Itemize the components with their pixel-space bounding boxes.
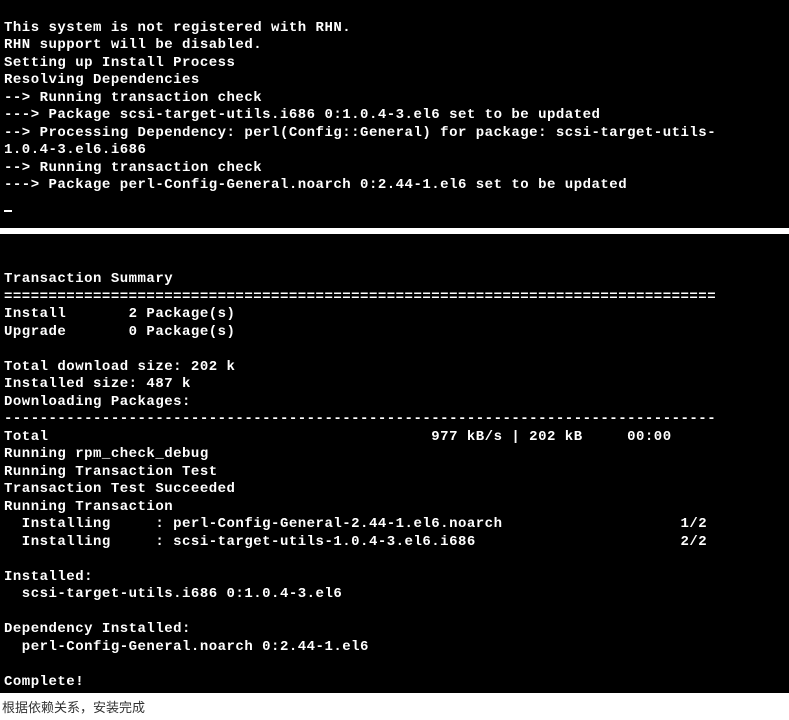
total-line: Total 977 kB/s | 202 kB 00:00 [4, 429, 672, 445]
summary-title: Transaction Summary [4, 271, 173, 287]
complete-message: Complete! [4, 674, 84, 690]
terminal-line: Resolving Dependencies [4, 72, 200, 88]
terminal-output-2: Transaction Summary ====================… [0, 234, 789, 693]
installed-header: Installed: [4, 569, 93, 585]
terminal-line: --> Processing Dependency: perl(Config::… [4, 125, 716, 141]
terminal-line: --> Running transaction check [4, 160, 262, 176]
running-transaction: Running Transaction [4, 499, 173, 515]
caption-text: 根据依赖关系，安装完成 [0, 693, 789, 720]
installing-line: Installing : perl-Config-General-2.44-1.… [4, 516, 707, 532]
installing-line: Installing : scsi-target-utils-1.0.4-3.e… [4, 534, 707, 550]
terminal-line: ---> Package perl-Config-General.noarch … [4, 177, 627, 193]
installed-package: scsi-target-utils.i686 0:1.0.4-3.el6 [4, 586, 342, 602]
terminal-line: Setting up Install Process [4, 55, 235, 71]
installed-size: Installed size: 487 k [4, 376, 191, 392]
transaction-succeeded: Transaction Test Succeeded [4, 481, 235, 497]
upgrade-count: Upgrade 0 Package(s) [4, 324, 235, 340]
terminal-line: 1.0.4-3.el6.i686 [4, 142, 146, 158]
dependency-installed-header: Dependency Installed: [4, 621, 191, 637]
rpm-check: Running rpm_check_debug [4, 446, 209, 462]
terminal-line: This system is not registered with RHN. [4, 20, 351, 36]
transaction-test: Running Transaction Test [4, 464, 218, 480]
downloading-label: Downloading Packages: [4, 394, 191, 410]
terminal-output-1: This system is not registered with RHN. … [0, 0, 789, 228]
separator-line: ----------------------------------------… [4, 411, 716, 427]
download-size: Total download size: 202 k [4, 359, 235, 375]
terminal-line: ---> Package scsi-target-utils.i686 0:1.… [4, 107, 600, 123]
separator-line: ========================================… [4, 289, 716, 305]
dependency-installed-package: perl-Config-General.noarch 0:2.44-1.el6 [4, 639, 369, 655]
cursor-icon [4, 210, 12, 212]
install-count: Install 2 Package(s) [4, 306, 235, 322]
terminal-line: --> Running transaction check [4, 90, 262, 106]
terminal-line: RHN support will be disabled. [4, 37, 262, 53]
